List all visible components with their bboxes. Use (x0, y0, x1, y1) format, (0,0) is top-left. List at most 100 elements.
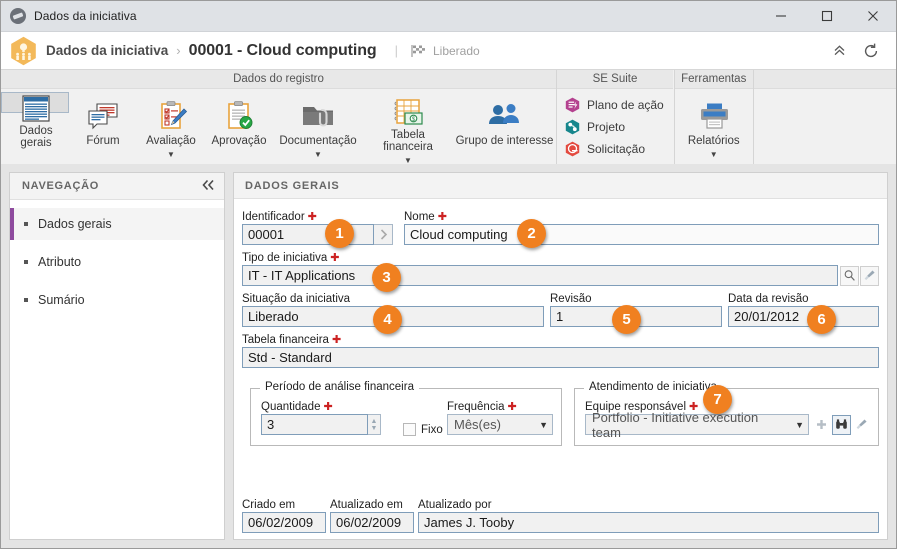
sidebar-item-atributo[interactable]: Atributo (10, 246, 224, 278)
ribbon-group-body: Relatórios ▼ (674, 89, 753, 164)
ribbon-button-forum[interactable]: Fórum (69, 92, 137, 163)
ribbon-button-avaliacao[interactable]: Avaliação ▼ (137, 92, 205, 163)
field-data-revisao: Data da revisão 20/01/2012 (728, 293, 879, 327)
sidebar-item-label: Sumário (38, 293, 85, 307)
chevron-double-up-icon[interactable] (826, 38, 852, 64)
nome-input[interactable]: Cloud computing (404, 224, 879, 245)
label-text: Tabela financeira (242, 334, 329, 346)
equipe-responsavel-select[interactable]: Portfolio - Initiative execution team ▼ (585, 410, 809, 440)
brush-icon[interactable] (860, 265, 879, 286)
equipe-value: Portfolio - Initiative execution team (592, 409, 759, 440)
breadcrumb-separator: › (176, 43, 181, 58)
annotation-badge-4: 4 (373, 305, 402, 334)
breadcrumb-status: Liberado (432, 43, 480, 58)
required-marker-icon: ✚ (507, 401, 517, 413)
chevron-right-icon[interactable] (374, 224, 393, 245)
tipo-iniciativa-input[interactable]: IT - IT Applications (242, 265, 838, 286)
chevron-down-icon[interactable]: ▼ (314, 150, 322, 159)
ribbon-group-title: Ferramentas (674, 70, 753, 89)
annotation-badge-1: 1 (325, 219, 354, 248)
navigation-panel: NAVEGAÇÃO Dados gerais Atributo Sumário (9, 172, 225, 540)
identificador-input[interactable]: 00001 (242, 224, 374, 245)
ribbon-group-title: Dados do registro (1, 70, 556, 89)
clipboard-pencil-icon (154, 97, 188, 135)
required-marker-icon: ✚ (437, 211, 447, 223)
ribbon-group-empty (753, 70, 896, 164)
se-link-solicitacao[interactable]: Solicitação (565, 139, 664, 158)
atualizado-por-input: James J. Tooby (418, 512, 879, 533)
field-fixo[interactable]: Fixo (403, 423, 443, 436)
field-label: Situação da iniciativa (242, 293, 544, 305)
ribbon-button-documentacao[interactable]: Documentação ▼ (273, 92, 363, 163)
chevron-down-icon[interactable]: ▼ (710, 150, 718, 159)
ribbon-button-relatorios[interactable]: Relatórios ▼ (675, 92, 753, 163)
close-button[interactable] (850, 1, 896, 32)
ribbon-group-dados-do-registro: Dados do registro Dados gerais Fórum Ava… (1, 70, 557, 165)
chevron-down-icon[interactable]: ▼ (533, 420, 548, 430)
sidebar-item-label: Atributo (38, 255, 82, 269)
ribbon-button-dados-gerais[interactable]: Dados gerais (1, 92, 69, 149)
magnifier-icon[interactable] (840, 265, 859, 286)
field-nome: Nome ✚ Cloud computing (404, 211, 879, 245)
se-link-label: Plano de ação (587, 97, 664, 112)
ribbon-button-aprovacao[interactable]: Aprovação (205, 92, 273, 163)
quantidade-input[interactable]: 3 (261, 414, 368, 435)
ribbon-button-tabela-financeira[interactable]: $ Tabela financeira ▼ (363, 92, 453, 165)
chevron-down-icon[interactable]: ▼ (167, 150, 175, 159)
ribbon-button-label: Aprovação (211, 135, 267, 147)
ribbon-button-grupo-de-interesse[interactable]: Grupo de interesse (453, 92, 556, 163)
fieldset-legend: Período de análise financeira (260, 381, 419, 393)
fieldset-legend: Atendimento de iniciativa (584, 381, 722, 393)
binoculars-icon[interactable] (832, 414, 851, 435)
data-revisao-input: 20/01/2012 (728, 306, 879, 327)
field-tabela-financeira: Tabela financeira ✚ Std - Standard (242, 334, 879, 368)
plus-icon[interactable] (812, 415, 831, 435)
title-bar: Dados da iniciativa (1, 1, 896, 32)
se-link-projeto[interactable]: Projeto (565, 117, 664, 136)
field-atualizado-por: Atualizado por James J. Tooby (418, 499, 879, 533)
fixo-checkbox[interactable] (403, 423, 416, 436)
minimize-button[interactable] (758, 1, 804, 32)
breadcrumb-bar: Dados da iniciativa › 00001 - Cloud comp… (1, 32, 896, 69)
tabela-financeira-input[interactable]: Std - Standard (242, 347, 879, 368)
request-icon (565, 141, 580, 157)
annotation-badge-6: 6 (807, 305, 836, 334)
se-link-label: Projeto (587, 119, 626, 134)
bullet-icon (24, 260, 28, 264)
navigation-items: Dados gerais Atributo Sumário (10, 200, 224, 316)
required-marker-icon: ✚ (330, 252, 340, 264)
required-marker-icon: ✚ (323, 401, 333, 413)
maximize-button[interactable] (804, 1, 850, 32)
se-link-plano-de-acao[interactable]: Plano de ação (565, 95, 664, 114)
frequencia-value: Mês(es) (454, 417, 501, 432)
fixo-label: Fixo (421, 423, 443, 436)
label-text: Data da revisão (728, 293, 809, 305)
label-text: Nome (404, 211, 435, 223)
refresh-icon[interactable] (858, 38, 884, 64)
ribbon-button-label: Fórum (86, 135, 120, 147)
field-tipo-iniciativa: Tipo de iniciativa ✚ IT - IT Application… (242, 252, 879, 286)
stepper-down-icon[interactable]: ▼ (371, 425, 378, 432)
ribbon-group-ferramentas: Ferramentas Relatórios ▼ (674, 70, 754, 164)
brush-icon[interactable] (852, 415, 871, 435)
chevron-down-icon[interactable]: ▼ (404, 156, 412, 165)
se-suite-link-list: Plano de ação Projeto Solicitação (557, 92, 674, 158)
quantity-stepper[interactable]: ▲ ▼ (368, 414, 381, 435)
label-text: Identificador (242, 211, 305, 223)
field-label: Tabela financeira ✚ (242, 334, 879, 346)
annotation-badge-2: 2 (517, 219, 546, 248)
field-label: Frequência ✚ (447, 401, 553, 413)
stepper-up-icon[interactable]: ▲ (371, 418, 378, 425)
chevron-double-left-icon[interactable] (201, 179, 215, 194)
sidebar-item-dados-gerais[interactable]: Dados gerais (10, 208, 224, 240)
label-text: Atualizado em (330, 499, 403, 511)
people-group-icon (485, 97, 525, 135)
sidebar-item-sumario[interactable]: Sumário (10, 284, 224, 316)
breadcrumb-root[interactable]: Dados da iniciativa (46, 43, 168, 58)
required-marker-icon: ✚ (331, 334, 342, 346)
atualizado-em-input: 06/02/2009 (330, 512, 414, 533)
ribbon-toolbar: Dados do registro Dados gerais Fórum Ava… (1, 69, 896, 165)
ribbon-button-label: Grupo de interesse (455, 135, 554, 147)
frequencia-select[interactable]: Mês(es) ▼ (447, 414, 553, 435)
chevron-down-icon[interactable]: ▼ (789, 420, 804, 430)
